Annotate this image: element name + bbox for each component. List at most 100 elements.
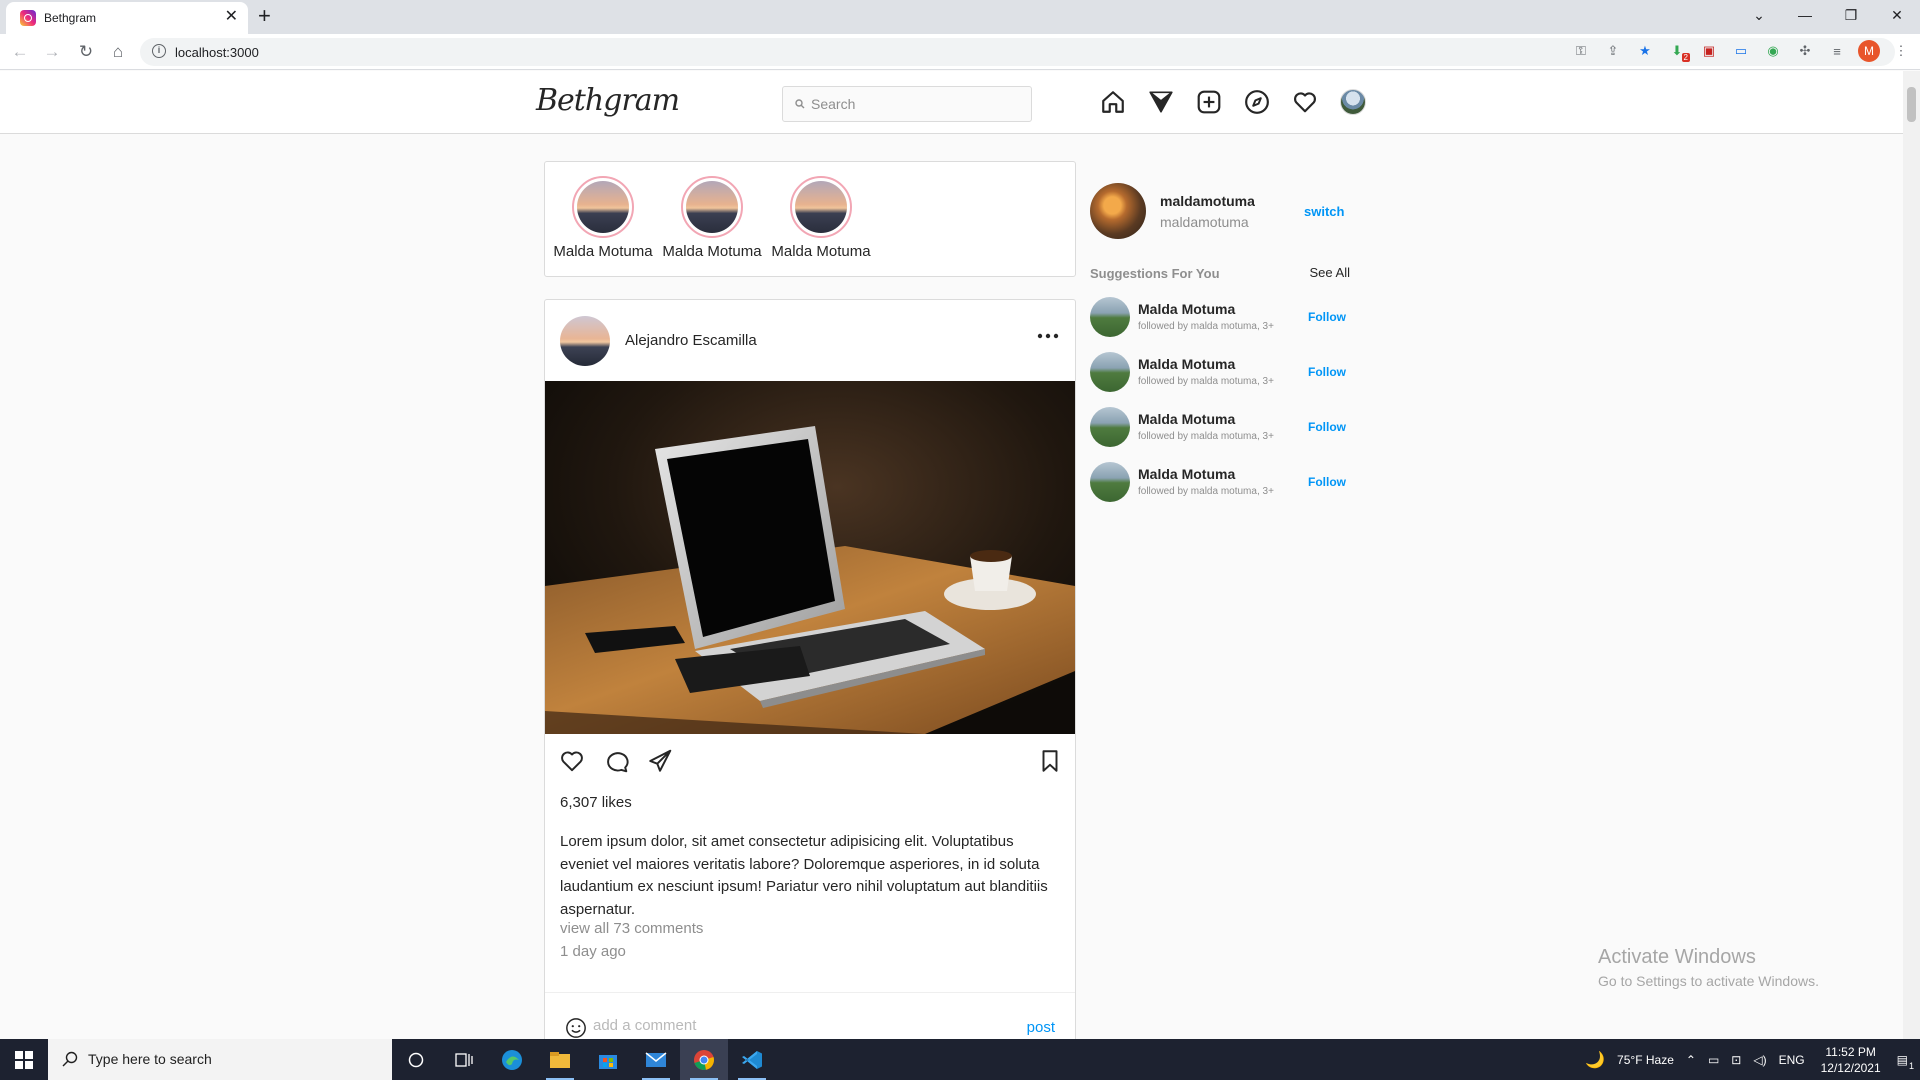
forward-icon[interactable]: → — [40, 40, 64, 64]
see-all-link[interactable]: See All — [1310, 265, 1350, 280]
windows-start-icon[interactable] — [0, 1039, 48, 1080]
language-indicator[interactable]: ENG — [1779, 1053, 1805, 1067]
share-paper-plane-icon[interactable] — [647, 748, 673, 774]
store-icon[interactable] — [584, 1039, 632, 1080]
profile-avatar[interactable] — [1340, 89, 1366, 115]
search-input[interactable] — [811, 87, 1021, 121]
suggestion-name[interactable]: Malda Motuma — [1138, 466, 1235, 482]
story-item[interactable]: Malda Motuma — [769, 176, 873, 260]
file-explorer-icon[interactable] — [536, 1039, 584, 1080]
scrollbar-thumb[interactable] — [1907, 87, 1916, 122]
like-heart-icon[interactable] — [559, 748, 585, 774]
pdf-extension-icon[interactable]: ▣ — [1698, 40, 1720, 62]
tray-chevron-icon[interactable]: ⌃ — [1686, 1053, 1696, 1067]
suggestions-header: Suggestions For You See All — [1090, 265, 1350, 283]
extension-download-icon[interactable]: ⬇ 2 — [1666, 40, 1690, 62]
reading-list-icon[interactable]: ≡ — [1826, 40, 1848, 62]
post-comment-button[interactable]: post — [1027, 1019, 1055, 1036]
mail-icon[interactable] — [632, 1039, 680, 1080]
zip-extension-icon[interactable]: ▭ — [1730, 40, 1752, 62]
follow-button[interactable]: Follow — [1308, 310, 1346, 324]
header-nav — [1100, 89, 1366, 115]
chrome-icon[interactable] — [680, 1039, 728, 1080]
story-item[interactable]: Malda Motuma — [660, 176, 764, 260]
emoji-icon[interactable] — [565, 1017, 587, 1039]
suggestion-avatar[interactable] — [1090, 462, 1130, 502]
new-post-icon[interactable] — [1196, 89, 1222, 115]
current-user-username[interactable]: maldamotuma — [1160, 193, 1255, 209]
notifications-icon[interactable]: ▤ 1 — [1897, 1053, 1914, 1071]
suggestion-avatar[interactable] — [1090, 297, 1130, 337]
tab-search-icon[interactable]: ⌄ — [1736, 0, 1782, 30]
extensions-puzzle-icon[interactable]: ✣ — [1794, 40, 1816, 62]
suggestion-name[interactable]: Malda Motuma — [1138, 411, 1235, 427]
app-header: Bethgram — [0, 71, 1903, 134]
follow-button[interactable]: Follow — [1308, 475, 1346, 489]
post-actions — [559, 748, 673, 774]
suggestion-avatar[interactable] — [1090, 407, 1130, 447]
activity-heart-icon[interactable] — [1292, 89, 1318, 115]
post-author-avatar[interactable] — [560, 316, 610, 366]
close-tab-icon[interactable]: ✕ — [225, 9, 238, 25]
meet-now-icon[interactable]: ▭ — [1708, 1053, 1719, 1067]
clock[interactable]: 11:52 PM 12/12/2021 — [1821, 1044, 1881, 1076]
browser-menu-icon[interactable]: ⋮ — [1890, 40, 1912, 62]
follow-button[interactable]: Follow — [1308, 365, 1346, 379]
share-icon[interactable]: ⇪ — [1602, 40, 1624, 62]
comment-icon[interactable] — [603, 748, 629, 774]
suggestion-name[interactable]: Malda Motuma — [1138, 301, 1235, 317]
bookmark-icon[interactable] — [1037, 748, 1063, 774]
app-logo[interactable]: Bethgram — [536, 83, 680, 118]
follow-button[interactable]: Follow — [1308, 420, 1346, 434]
network-icon[interactable]: ⊡ — [1731, 1053, 1741, 1067]
bookmark-star-icon[interactable]: ★ — [1634, 40, 1656, 62]
story-avatar — [686, 181, 738, 233]
story-item[interactable]: Malda Motuma — [551, 176, 655, 260]
key-icon[interactable]: ⚿ — [1570, 40, 1592, 62]
restore-icon[interactable]: ❐ — [1828, 0, 1874, 30]
comment-input[interactable] — [593, 1013, 973, 1037]
explore-icon[interactable] — [1244, 89, 1270, 115]
browser-profile-avatar[interactable]: M — [1858, 40, 1880, 62]
suggestion-subtitle: followed by malda motuma, 3+ — [1138, 376, 1274, 387]
switch-account-button[interactable]: switch — [1304, 204, 1344, 219]
likes-count[interactable]: 6,307 likes — [560, 794, 632, 811]
feed-post: Alejandro Escamilla 6,307 likes Lorem ip… — [544, 299, 1076, 1039]
volume-icon[interactable]: ◁) — [1753, 1053, 1766, 1067]
home-browser-icon[interactable]: ⌂ — [106, 40, 130, 64]
edge-icon[interactable] — [488, 1039, 536, 1080]
browser-tab[interactable]: Bethgram ✕ — [6, 2, 248, 34]
weather-icon[interactable]: 🌙 — [1585, 1050, 1605, 1070]
taskbar-search[interactable]: Type here to search — [48, 1039, 392, 1080]
site-info-icon[interactable]: i — [152, 44, 166, 58]
minimize-icon[interactable]: — — [1782, 0, 1828, 30]
new-tab-icon[interactable]: + — [258, 4, 271, 28]
more-options-icon[interactable] — [1037, 330, 1059, 342]
post-author-name[interactable]: Alejandro Escamilla — [625, 332, 757, 349]
grammar-extension-icon[interactable]: ◉ — [1762, 40, 1784, 62]
post-timestamp: 1 day ago — [560, 943, 626, 960]
extension-area: ⚿ ⇪ ★ ⬇ 2 ▣ ▭ ◉ ✣ ≡ M ⋮ — [1570, 40, 1912, 62]
suggestion-name[interactable]: Malda Motuma — [1138, 356, 1235, 372]
post-photo[interactable] — [545, 381, 1075, 734]
cortana-icon[interactable] — [392, 1039, 440, 1080]
back-icon[interactable]: ← — [8, 40, 32, 64]
search-box[interactable] — [782, 86, 1032, 122]
view-comments-link[interactable]: view all 73 comments — [560, 920, 703, 937]
browser-tab-strip: Bethgram ✕ + ⌄ — ❐ ✕ — [0, 0, 1920, 34]
home-icon[interactable] — [1100, 89, 1126, 115]
clock-date: 12/12/2021 — [1820, 1060, 1881, 1075]
suggestion-item: Malda Motuma followed by malda motuma, 3… — [1090, 297, 1350, 339]
task-view-icon[interactable] — [440, 1039, 488, 1080]
suggestion-avatar[interactable] — [1090, 352, 1130, 392]
close-window-icon[interactable]: ✕ — [1874, 0, 1920, 30]
story-name: Malda Motuma — [771, 243, 871, 260]
current-user-avatar[interactable] — [1090, 183, 1146, 239]
watermark-title: Activate Windows — [1598, 946, 1756, 968]
reload-icon[interactable]: ↻ — [74, 40, 98, 64]
weather-text[interactable]: 75°F Haze — [1617, 1053, 1674, 1067]
story-ring — [572, 176, 634, 238]
direct-icon[interactable] — [1148, 89, 1174, 115]
page-scrollbar[interactable] — [1903, 71, 1920, 1039]
vscode-icon[interactable] — [728, 1039, 776, 1080]
